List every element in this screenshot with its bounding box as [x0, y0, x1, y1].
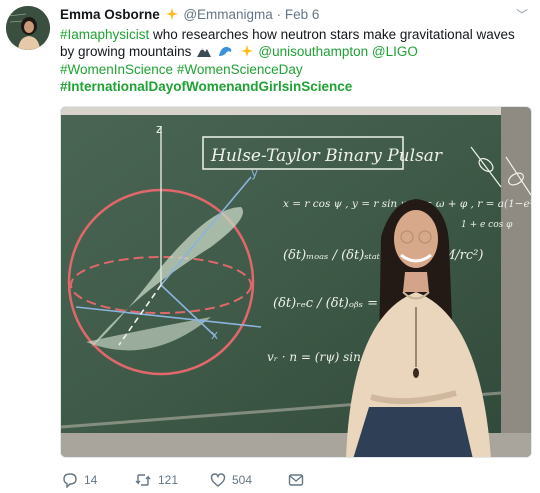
chevron-down-icon[interactable]: ﹀: [516, 6, 528, 24]
mention-ligo[interactable]: @LIGO: [372, 44, 418, 59]
board-equation-4: vᵣ · n = (rψ) sin …: [267, 350, 377, 364]
sparkle-icon: [240, 45, 253, 58]
separator-dot: ·: [276, 7, 282, 22]
envelope-icon: [288, 474, 304, 486]
tweet-actions: 14 121 504: [60, 470, 520, 490]
direct-message-button[interactable]: [288, 470, 304, 490]
wave-icon: [218, 46, 233, 57]
axis-y-label: y: [251, 166, 258, 180]
tweet-text: #Iamaphysicist who researches how neutro…: [60, 26, 530, 96]
author-name[interactable]: Emma Osborne: [60, 7, 160, 22]
mountain-icon: [197, 48, 212, 58]
retweet-icon: [135, 474, 151, 486]
author-handle[interactable]: @Emmanigma: [183, 7, 272, 22]
reply-icon: [63, 473, 77, 488]
like-count: 504: [232, 473, 253, 487]
like-button[interactable]: 504: [210, 470, 252, 490]
avatar[interactable]: [6, 6, 50, 50]
board-side-note: 1 + e cos φ: [461, 220, 513, 230]
board-title: Hulse-Taylor Binary Pulsar: [210, 146, 443, 166]
tweet-photo[interactable]: z y x Hulse-Taylor Binary Pulsar x = r c…: [60, 106, 532, 458]
sparkle-icon: [165, 8, 178, 20]
reply-count: 14: [84, 473, 98, 487]
tweet-date[interactable]: Feb 6: [285, 7, 320, 22]
reply-button[interactable]: 14: [62, 470, 97, 490]
retweet-count: 121: [158, 473, 179, 487]
heart-icon: [210, 473, 226, 487]
axis-x-label: x: [211, 328, 218, 342]
retweet-button[interactable]: 121: [134, 470, 178, 490]
hashtag-iamaphysicist[interactable]: #Iamaphysicist: [60, 27, 149, 42]
axis-z-label: z: [156, 122, 162, 136]
hashtag-internationalday[interactable]: #InternationalDayofWomenandGirlsinScienc…: [60, 79, 352, 94]
hashtag-womeninscience[interactable]: #WomenInScience: [60, 62, 173, 77]
tweet-header: Emma Osborne @Emmanigma · Feb 6 ﹀: [60, 6, 528, 24]
hashtag-womenscienceday[interactable]: #WomenScienceDay: [177, 62, 303, 77]
mention-unisouthampton[interactable]: @unisouthampton: [258, 44, 368, 59]
